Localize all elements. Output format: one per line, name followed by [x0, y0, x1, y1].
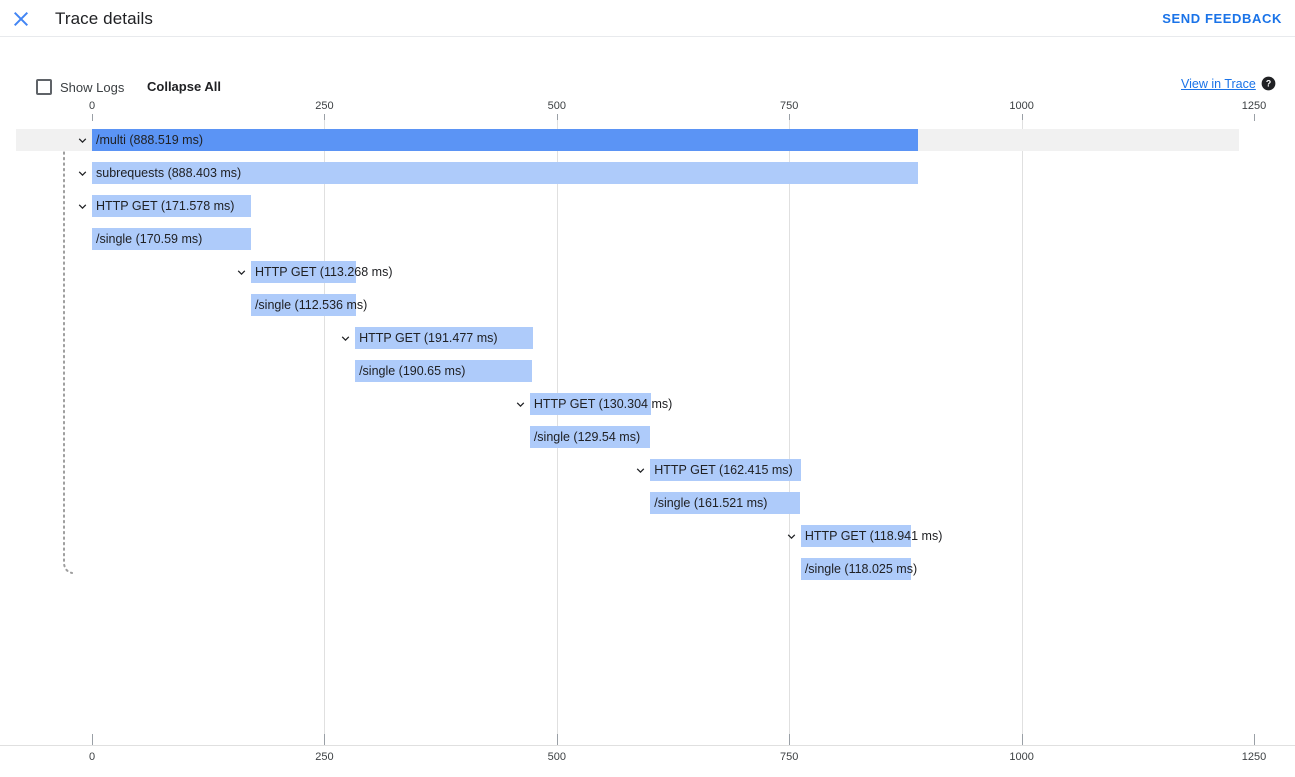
show-logs-checkbox[interactable]: Show Logs	[36, 79, 124, 95]
axis-tick-bottom	[324, 734, 326, 745]
axis-tick-top	[92, 114, 93, 121]
span-bar[interactable]	[529, 426, 651, 448]
axis-tick-label-top: 250	[315, 100, 334, 112]
span-row[interactable]: HTTP GET (113.268 ms)	[0, 261, 1295, 283]
axis-tick-bottom	[92, 734, 93, 745]
span-row[interactable]: /single (170.59 ms)	[0, 228, 1295, 250]
collapse-all-button[interactable]: Collapse All	[147, 79, 221, 94]
axis-tick-label-bottom: 250	[315, 751, 334, 763]
chevron-down-icon[interactable]	[633, 463, 648, 478]
chevron-down-icon[interactable]	[234, 265, 249, 280]
axis-tick-bottom	[556, 734, 558, 745]
chevron-down-icon[interactable]	[513, 397, 528, 412]
checkbox-box[interactable]	[36, 79, 52, 95]
chevron-down-icon[interactable]	[75, 199, 90, 214]
span-bar[interactable]	[650, 459, 802, 481]
span-bar[interactable]	[92, 129, 918, 151]
span-bar[interactable]	[250, 261, 357, 283]
span-bar[interactable]	[355, 327, 534, 349]
help-icon[interactable]: ?	[1261, 76, 1276, 91]
span-row[interactable]: HTTP GET (191.477 ms)	[0, 327, 1295, 349]
axis-tick-bottom	[1254, 734, 1255, 745]
span-row[interactable]: /single (161.521 ms)	[0, 492, 1295, 514]
axis-tick-bottom	[1021, 734, 1023, 745]
span-row[interactable]: subrequests (888.403 ms)	[0, 162, 1295, 184]
axis-tick-label-top: 1000	[1009, 100, 1034, 112]
chevron-down-icon[interactable]	[75, 166, 90, 181]
svg-text:?: ?	[1266, 79, 1271, 89]
span-row[interactable]: HTTP GET (130.304 ms)	[0, 393, 1295, 415]
show-logs-label: Show Logs	[60, 79, 125, 95]
axis-tick-label-bottom: 0	[88, 751, 96, 763]
timeline-axis-bottom-line	[0, 745, 1295, 746]
view-in-trace-link[interactable]: View in Trace	[1181, 77, 1256, 91]
chevron-down-icon[interactable]	[338, 331, 353, 346]
span-bar[interactable]	[800, 558, 911, 580]
axis-tick-top	[1254, 114, 1255, 121]
span-row[interactable]: /single (190.65 ms)	[0, 360, 1295, 382]
span-bar[interactable]	[650, 492, 801, 514]
axis-tick-label-bottom: 1000	[1009, 751, 1034, 763]
span-row[interactable]: /single (118.025 ms)	[0, 558, 1295, 580]
axis-tick-label-top: 1250	[1241, 100, 1267, 112]
span-bar[interactable]	[800, 525, 912, 547]
span-bar[interactable]	[92, 228, 251, 250]
axis-tick-bottom	[789, 734, 791, 745]
span-row[interactable]: HTTP GET (171.578 ms)	[0, 195, 1295, 217]
axis-tick-label-bottom: 750	[780, 751, 799, 763]
page-title: Trace details	[55, 9, 153, 28]
axis-tick-label-bottom: 500	[547, 751, 566, 763]
axis-tick-label-top: 0	[88, 100, 96, 112]
span-bar[interactable]	[92, 195, 252, 217]
span-bar[interactable]	[355, 360, 533, 382]
span-row[interactable]: /multi (888.519 ms)	[0, 129, 1295, 151]
axis-tick-label-top: 500	[547, 100, 566, 112]
axis-tick-label-bottom: 1250	[1241, 751, 1267, 763]
span-bar[interactable]	[529, 393, 651, 415]
send-feedback-button[interactable]: SEND FEEDBACK	[1162, 10, 1282, 28]
span-row[interactable]: HTTP GET (118.941 ms)	[0, 525, 1295, 547]
span-bar[interactable]	[92, 162, 918, 184]
close-icon[interactable]	[9, 7, 33, 31]
span-bar[interactable]	[250, 294, 356, 316]
span-row[interactable]: /single (129.54 ms)	[0, 426, 1295, 448]
chevron-down-icon[interactable]	[75, 133, 90, 148]
span-row[interactable]: /single (112.536 ms)	[0, 294, 1295, 316]
axis-tick-label-top: 750	[780, 100, 799, 112]
chevron-down-icon[interactable]	[784, 529, 799, 544]
span-row[interactable]: HTTP GET (162.415 ms)	[0, 459, 1295, 481]
top-app-bar: Trace details SEND FEEDBACK	[0, 0, 1295, 37]
trace-timeline: 0 250 500 750 1000 1250 /multi (888.519 ms) su…	[0, 100, 1295, 777]
